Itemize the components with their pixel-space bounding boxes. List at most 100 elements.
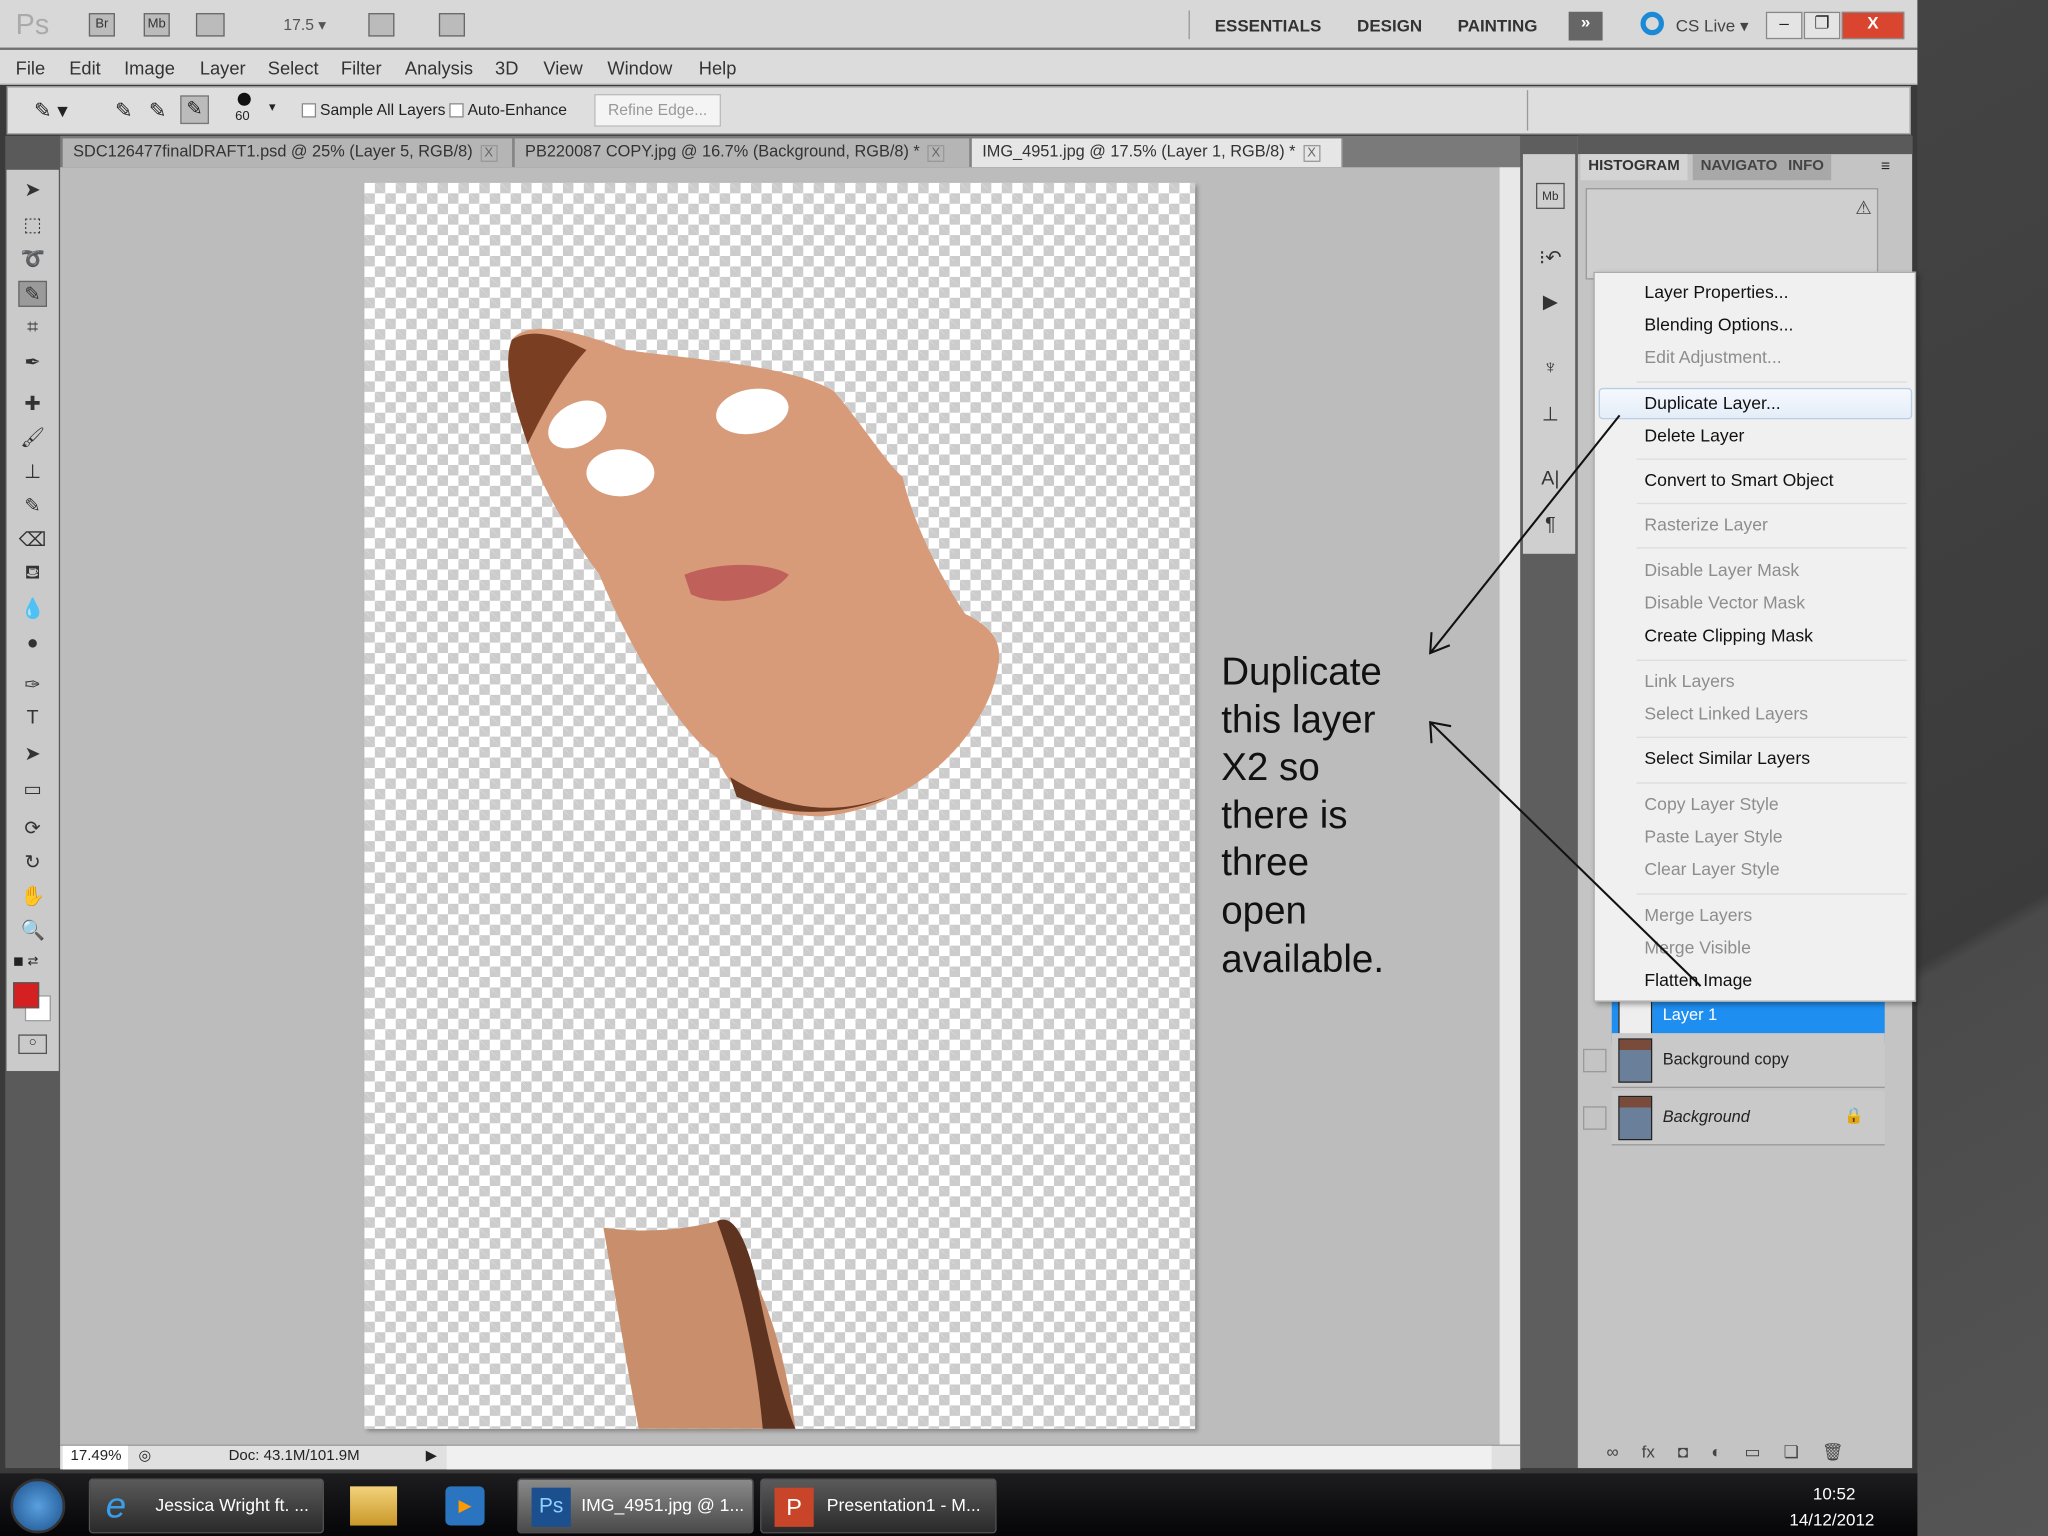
menu-item-merge-visible[interactable]: Merge Visible <box>1644 938 1751 958</box>
mini-bridge-panel-icon[interactable]: Mb <box>1535 182 1565 209</box>
brush-dropdown-icon[interactable]: ▾ <box>269 101 276 115</box>
adjustment-layer-icon[interactable]: ◐ <box>1711 1442 1721 1462</box>
clone-source-panel-icon[interactable]: ⊥ <box>1536 402 1565 428</box>
taskbar-item-powerpoint[interactable]: P Presentation1 - M... <box>760 1478 997 1534</box>
clone-stamp-tool-icon[interactable]: ⊥ <box>18 460 47 486</box>
brush-presets-panel-icon[interactable]: ♆ <box>1536 357 1565 383</box>
zoom-tool-icon[interactable]: 🔍 <box>18 918 47 944</box>
menu-item-disable-vector-mask[interactable]: Disable Vector Mask <box>1644 593 1805 613</box>
menu-3d[interactable]: 3D <box>495 57 518 78</box>
hand-tool-icon[interactable]: ✋ <box>18 884 47 910</box>
close-window-button[interactable]: X <box>1841 11 1905 40</box>
menu-layer[interactable]: Layer <box>200 57 246 78</box>
eyedropper-tool-icon[interactable]: ✒ <box>18 350 47 376</box>
menu-item-select-similar-layers[interactable]: Select Similar Layers <box>1644 748 1810 768</box>
menu-item-paste-layer-style[interactable]: Paste Layer Style <box>1644 827 1782 847</box>
brush-tip-icon[interactable] <box>237 92 251 106</box>
paragraph-panel-icon[interactable]: ¶ <box>1536 513 1565 539</box>
screen-mode-button[interactable] <box>438 13 465 37</box>
panel-menu-icon[interactable]: ≡ <box>1881 157 1890 175</box>
start-button[interactable] <box>10 1478 66 1534</box>
menu-analysis[interactable]: Analysis <box>405 57 473 78</box>
type-tool-icon[interactable]: T <box>18 707 47 733</box>
menu-item-convert-to-smart-object[interactable]: Convert to Smart Object <box>1644 470 1833 490</box>
arrange-documents-button[interactable] <box>368 13 395 37</box>
restore-button[interactable]: ❐ <box>1803 11 1841 40</box>
zoom-level-dropdown[interactable]: 17.5 ▾ <box>283 16 326 34</box>
layer-row-background[interactable]: Background 🔒 <box>1611 1090 1885 1146</box>
close-tab-icon[interactable]: X <box>1303 144 1320 162</box>
lasso-tool-icon[interactable]: ➰ <box>18 247 47 273</box>
menu-item-disable-layer-mask[interactable]: Disable Layer Mask <box>1644 560 1799 580</box>
new-group-icon[interactable]: ▭ <box>1744 1442 1760 1462</box>
menu-image[interactable]: Image <box>124 57 175 78</box>
taskbar-item-photoshop[interactable]: Ps IMG_4951.jpg @ 1... <box>517 1478 754 1534</box>
tab-pb220087[interactable]: PB220087 COPY.jpg @ 16.7% (Background, R… <box>514 138 971 168</box>
more-workspaces-icon[interactable]: » <box>1568 11 1603 41</box>
clock-date[interactable]: 14/12/2012 <box>1789 1510 1874 1530</box>
cs-live-menu[interactable]: CS Live ▾ <box>1676 16 1749 37</box>
new-selection-icon[interactable]: ✎ <box>115 98 133 124</box>
menu-select[interactable]: Select <box>268 57 319 78</box>
clock-time[interactable]: 10:52 <box>1813 1484 1856 1504</box>
layer-visibility-toggle[interactable] <box>1583 1048 1607 1073</box>
vertical-scrollbar[interactable] <box>1499 167 1521 1445</box>
status-info-icon[interactable]: ◎ <box>138 1447 151 1464</box>
move-tool-icon[interactable]: ➤ <box>18 178 47 204</box>
menu-view[interactable]: View <box>543 57 582 78</box>
view-extras-button[interactable] <box>195 13 225 37</box>
mini-bridge-button[interactable]: Mb <box>143 13 170 37</box>
workspace-painting[interactable]: PAINTING <box>1458 16 1538 36</box>
quick-mask-icon[interactable]: ○ <box>18 1034 48 1055</box>
bridge-button[interactable]: Br <box>88 13 115 37</box>
tab-sdc126477[interactable]: SDC126477finalDRAFT1.psd @ 25% (Layer 5,… <box>62 138 514 168</box>
minimize-button[interactable]: – <box>1765 11 1803 40</box>
tab-histogram[interactable]: HISTOGRAM <box>1580 154 1688 181</box>
3d-orbit-tool-icon[interactable]: ↻ <box>18 850 47 876</box>
sample-all-layers-checkbox[interactable]: Sample All Layers <box>301 101 445 119</box>
zoom-percentage-field[interactable]: 17.49% <box>62 1445 128 1470</box>
menu-item-edit-adjustment[interactable]: Edit Adjustment... <box>1644 347 1781 367</box>
workspace-essentials[interactable]: ESSENTIALS <box>1215 16 1322 36</box>
workspace-design[interactable]: DESIGN <box>1357 16 1422 36</box>
menu-item-merge-layers[interactable]: Merge Layers <box>1644 905 1752 925</box>
foreground-color-swatch[interactable] <box>13 982 40 1009</box>
layer-visibility-toggle[interactable] <box>1583 1106 1607 1130</box>
layer-row-background-copy[interactable]: Background copy <box>1611 1033 1885 1088</box>
menu-item-rasterize-layer[interactable]: Rasterize Layer <box>1644 515 1767 535</box>
actions-panel-icon[interactable]: ▶ <box>1536 290 1565 316</box>
menu-edit[interactable]: Edit <box>69 57 101 78</box>
menu-item-copy-layer-style[interactable]: Copy Layer Style <box>1644 794 1778 814</box>
auto-enhance-checkbox[interactable]: Auto-Enhance <box>449 101 567 119</box>
layer-style-icon[interactable]: fx <box>1642 1442 1655 1462</box>
eraser-tool-icon[interactable]: ⌫ <box>18 528 47 554</box>
new-layer-icon[interactable]: ❏ <box>1784 1442 1799 1462</box>
horizontal-scrollbar[interactable] <box>446 1445 1492 1470</box>
menu-item-delete-layer[interactable]: Delete Layer <box>1644 426 1744 446</box>
media-player-icon[interactable]: ▶ <box>445 1486 485 1526</box>
tab-info[interactable]: INFO <box>1780 154 1832 181</box>
brush-size[interactable]: 60 <box>235 110 250 124</box>
subtract-from-selection-icon[interactable]: ✎ <box>180 95 209 125</box>
refine-edge-button[interactable]: Refine Edge... <box>594 94 721 127</box>
default-colors-icon[interactable]: ◼ ⇄ <box>13 955 38 969</box>
path-selection-tool-icon[interactable]: ➤ <box>18 742 47 768</box>
brush-tool-icon[interactable]: 🖌 <box>18 426 47 452</box>
status-menu-arrow-icon[interactable]: ▶ <box>426 1447 437 1464</box>
pen-tool-icon[interactable]: ✑ <box>18 673 47 699</box>
dodge-tool-icon[interactable]: ● <box>18 632 47 658</box>
menu-item-link-layers[interactable]: Link Layers <box>1644 671 1734 691</box>
marquee-tool-icon[interactable]: ⬚ <box>18 213 47 239</box>
history-panel-icon[interactable]: ⁝↶ <box>1536 246 1565 272</box>
warning-icon[interactable]: ⚠ <box>1855 197 1871 219</box>
healing-brush-tool-icon[interactable]: ✚ <box>18 392 47 418</box>
menu-item-create-clipping-mask[interactable]: Create Clipping Mask <box>1644 626 1813 646</box>
menu-file[interactable]: File <box>16 57 45 78</box>
file-explorer-icon[interactable] <box>350 1486 398 1526</box>
taskbar-item-internet-explorer[interactable]: e Jessica Wright ft. ... <box>88 1478 324 1534</box>
quick-selection-tool-icon[interactable]: ✎ <box>18 280 48 307</box>
menu-item-blending-options[interactable]: Blending Options... <box>1644 315 1793 335</box>
close-tab-icon[interactable]: X <box>480 144 498 162</box>
tab-navigator[interactable]: NAVIGATO <box>1692 154 1786 181</box>
paint-bucket-tool-icon[interactable]: ⛾ <box>18 562 47 588</box>
